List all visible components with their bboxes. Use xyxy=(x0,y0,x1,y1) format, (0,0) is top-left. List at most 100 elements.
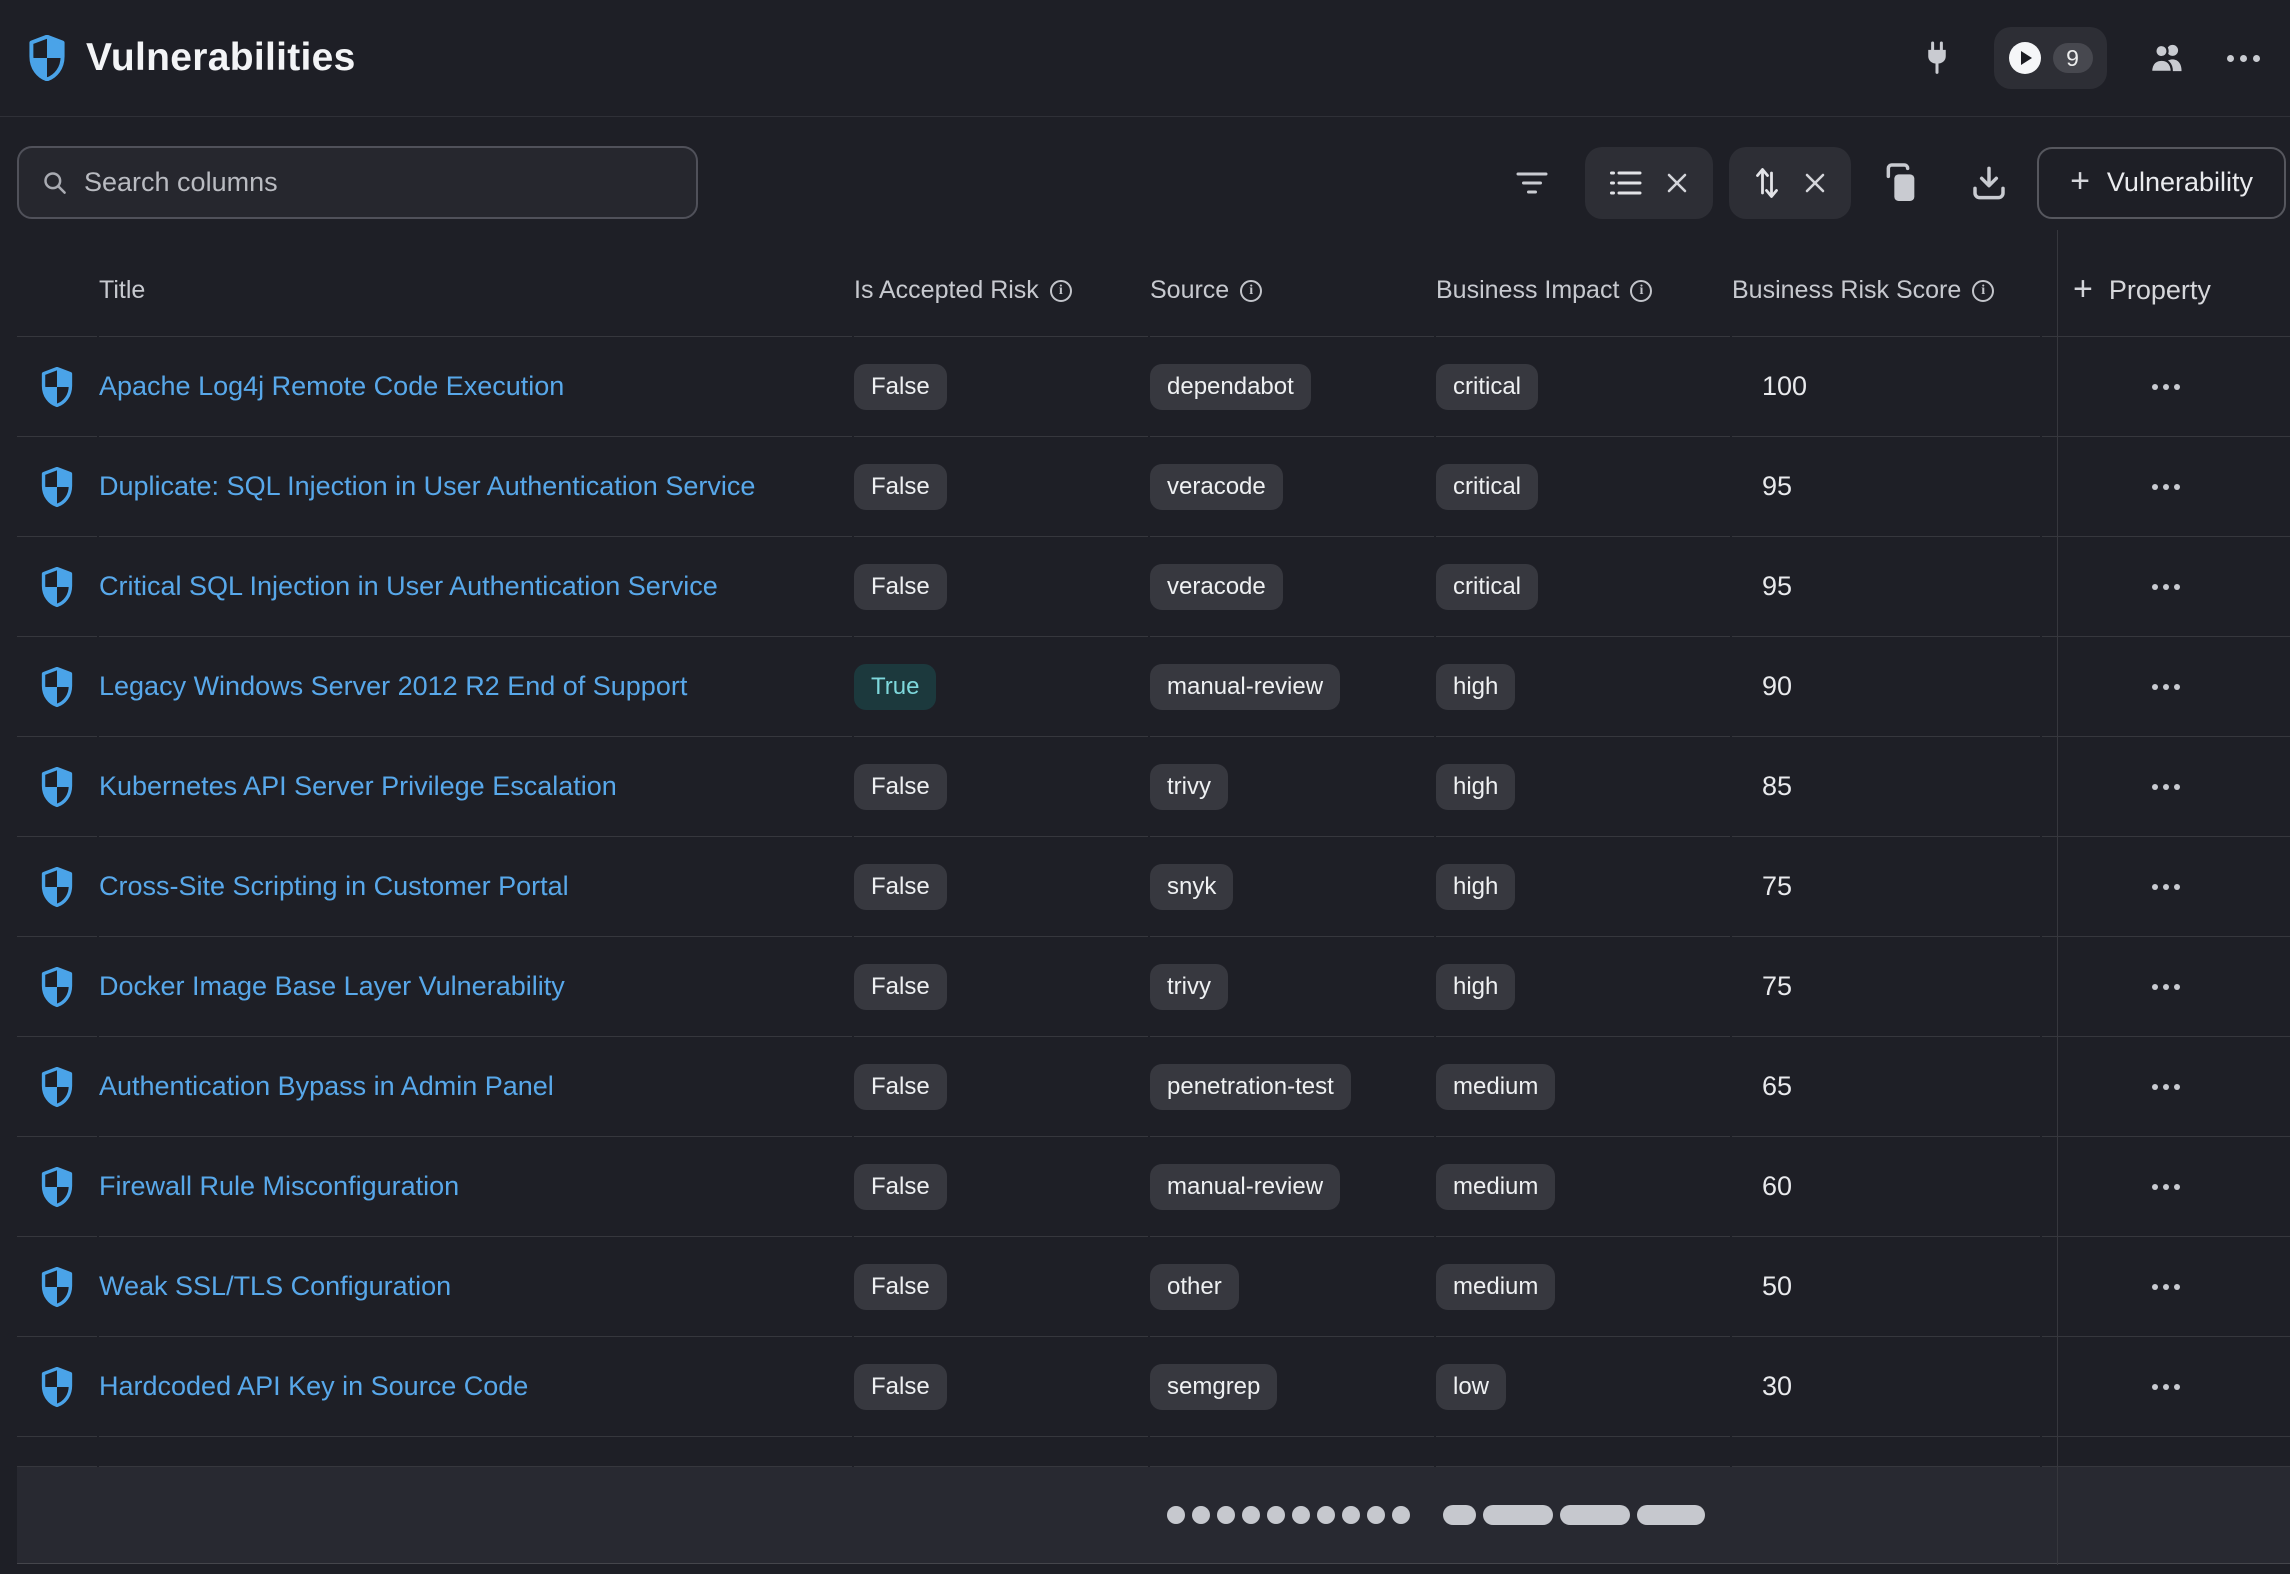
property-column-divider xyxy=(2057,230,2058,1565)
sort-arrows-icon xyxy=(1753,166,1781,200)
ellipsis-icon xyxy=(2152,784,2158,790)
pagination xyxy=(1167,1467,1705,1563)
accepted-risk-badge: True xyxy=(854,664,936,710)
table-row: Critical SQL Injection in User Authentic… xyxy=(17,537,2290,637)
vulnerability-title-link[interactable]: Duplicate: SQL Injection in User Authent… xyxy=(99,471,755,502)
column-header-source[interactable]: Sourcei xyxy=(1150,245,1434,337)
business-impact-badge: medium xyxy=(1436,1164,1555,1210)
accepted-risk-badge: False xyxy=(854,1164,947,1210)
row-actions-button[interactable] xyxy=(2140,772,2192,802)
vulnerability-title-link[interactable]: Critical SQL Injection in User Authentic… xyxy=(99,571,718,602)
ellipsis-icon xyxy=(2152,1084,2158,1090)
page-dot[interactable] xyxy=(1342,1506,1360,1524)
page-dot[interactable] xyxy=(1167,1506,1185,1524)
row-actions-button[interactable] xyxy=(2140,972,2192,1002)
table-row: Hardcoded API Key in Source Code False s… xyxy=(17,1337,2290,1437)
download-icon[interactable] xyxy=(1971,165,2007,201)
pager-pill[interactable] xyxy=(1483,1505,1553,1525)
row-actions-button[interactable] xyxy=(2140,572,2192,602)
vulnerability-title-link[interactable]: Authentication Bypass in Admin Panel xyxy=(99,1071,554,1102)
search-input[interactable] xyxy=(84,167,674,198)
column-label: Title xyxy=(99,276,145,305)
vulnerability-title-link[interactable]: Docker Image Base Layer Vulnerability xyxy=(99,971,565,1002)
page-dot[interactable] xyxy=(1242,1506,1260,1524)
table-row: Legacy Windows Server 2012 R2 End of Sup… xyxy=(17,637,2290,737)
add-vulnerability-label: Vulnerability xyxy=(2107,167,2253,198)
info-icon[interactable]: i xyxy=(1972,280,1994,302)
business-risk-score: 65 xyxy=(1732,1037,2040,1137)
row-shield-icon xyxy=(17,837,97,937)
column-header-property[interactable]: +Property xyxy=(2042,245,2290,337)
add-vulnerability-button[interactable]: + Vulnerability xyxy=(2037,147,2286,219)
page-dot[interactable] xyxy=(1217,1506,1235,1524)
column-label: Business Impact xyxy=(1436,276,1619,305)
source-badge: other xyxy=(1150,1264,1239,1310)
ellipsis-icon xyxy=(2152,384,2158,390)
row-actions-button[interactable] xyxy=(2140,1272,2192,1302)
pager-pill[interactable] xyxy=(1637,1505,1705,1525)
row-actions-button[interactable] xyxy=(2140,1072,2192,1102)
row-actions-button[interactable] xyxy=(2140,472,2192,502)
ellipsis-icon xyxy=(2152,884,2158,890)
page-dot[interactable] xyxy=(1292,1506,1310,1524)
vulnerability-title-link[interactable]: Weak SSL/TLS Configuration xyxy=(99,1271,451,1302)
business-risk-score: 95 xyxy=(1732,537,2040,637)
pagination-dots[interactable] xyxy=(1167,1506,1410,1524)
row-actions-button[interactable] xyxy=(2140,872,2192,902)
page-dot[interactable] xyxy=(1192,1506,1210,1524)
source-badge: semgrep xyxy=(1150,1364,1277,1410)
page-dot[interactable] xyxy=(1317,1506,1335,1524)
accepted-risk-badge: False xyxy=(854,464,947,510)
ellipsis-icon xyxy=(2152,1384,2158,1390)
business-risk-score: 100 xyxy=(1732,337,2040,437)
more-options-button[interactable] xyxy=(2227,55,2260,62)
column-header-business-impact[interactable]: Business Impact i xyxy=(1436,245,1730,337)
vulnerability-title-link[interactable]: Cross-Site Scripting in Customer Portal xyxy=(99,871,569,902)
column-header-title[interactable]: Title xyxy=(99,245,852,337)
vulnerability-title-link[interactable]: Hardcoded API Key in Source Code xyxy=(99,1371,528,1402)
pager-pill[interactable] xyxy=(1443,1505,1476,1525)
page-dot[interactable] xyxy=(1267,1506,1285,1524)
vulnerability-title-link[interactable]: Apache Log4j Remote Code Execution xyxy=(99,371,564,402)
info-icon[interactable]: i xyxy=(1630,280,1652,302)
row-actions-button[interactable] xyxy=(2140,1172,2192,1202)
page-dot[interactable] xyxy=(1367,1506,1385,1524)
row-actions-button[interactable] xyxy=(2140,372,2192,402)
info-icon[interactable]: i xyxy=(1240,280,1262,302)
plug-icon[interactable] xyxy=(1922,41,1952,75)
copy-icon[interactable] xyxy=(1883,163,1919,203)
pager-pill[interactable] xyxy=(1560,1505,1630,1525)
filter-icon[interactable] xyxy=(1515,169,1549,197)
ellipsis-icon xyxy=(2227,55,2234,62)
business-risk-score: 85 xyxy=(1732,737,2040,837)
column-header-business-risk-score[interactable]: Business Risk Scorei xyxy=(1732,245,2040,337)
sort-pill[interactable] xyxy=(1729,147,1851,219)
search-columns-box[interactable] xyxy=(17,146,698,219)
page-dot[interactable] xyxy=(1392,1506,1410,1524)
clear-x-icon[interactable] xyxy=(1665,171,1689,195)
run-button[interactable]: 9 xyxy=(1994,27,2107,89)
column-label: Is Accepted Risk xyxy=(854,276,1039,305)
business-risk-score: 75 xyxy=(1732,937,2040,1037)
users-icon[interactable] xyxy=(2149,43,2185,73)
row-shield-icon xyxy=(17,337,97,437)
source-badge: veracode xyxy=(1150,564,1283,610)
business-impact-badge: critical xyxy=(1436,464,1538,510)
pagination-controls[interactable] xyxy=(1443,1505,1705,1525)
column-label: Property xyxy=(2109,275,2211,306)
source-badge: penetration-test xyxy=(1150,1064,1351,1110)
accepted-risk-badge: False xyxy=(854,864,947,910)
header-icon-spacer xyxy=(17,245,97,337)
row-actions-button[interactable] xyxy=(2140,1372,2192,1402)
columns-filter-pill[interactable] xyxy=(1585,147,1713,219)
row-actions-button[interactable] xyxy=(2140,672,2192,702)
info-icon[interactable]: i xyxy=(1050,280,1072,302)
vulnerability-title-link[interactable]: Firewall Rule Misconfiguration xyxy=(99,1171,459,1202)
clear-x-icon[interactable] xyxy=(1803,171,1827,195)
business-risk-score: 95 xyxy=(1732,437,2040,537)
source-badge: snyk xyxy=(1150,864,1233,910)
vulnerability-title-link[interactable]: Legacy Windows Server 2012 R2 End of Sup… xyxy=(99,671,687,702)
accepted-risk-badge: False xyxy=(854,964,947,1010)
vulnerability-title-link[interactable]: Kubernetes API Server Privilege Escalati… xyxy=(99,771,617,802)
column-header-is-accepted-risk[interactable]: Is Accepted Risk i xyxy=(854,245,1148,337)
